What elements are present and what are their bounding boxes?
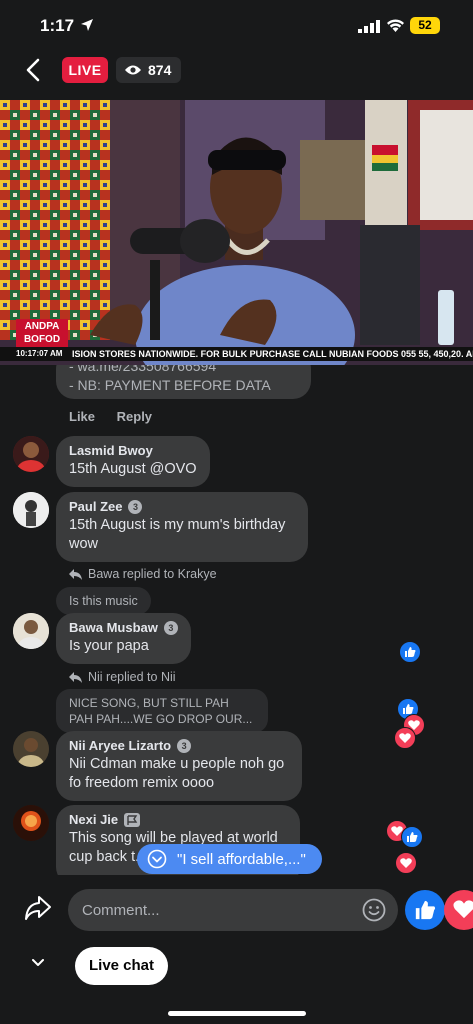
love-reaction-icon [395, 852, 417, 874]
love-button[interactable] [444, 890, 473, 930]
live-badge: LIVE [62, 57, 108, 83]
love-reaction-icon [394, 727, 416, 749]
avatar[interactable] [13, 805, 49, 841]
home-indicator [168, 1011, 306, 1016]
comment-bubble: Bawa Musbaw 3 Is your papa [56, 613, 191, 664]
ticker-text: ISION STORES NATIONWIDE. FOR BULK PURCHA… [72, 349, 473, 359]
chevron-down-circle-icon [147, 849, 167, 869]
share-icon[interactable] [24, 895, 52, 921]
status-time: 1:17 [40, 16, 75, 35]
live-header: LIVE 874 [0, 50, 473, 98]
location-arrow-icon [81, 19, 93, 31]
live-video[interactable]: ANDPA BOFOD 10:17:07 AM ISION STORES NAT… [0, 100, 473, 365]
avatar[interactable] [13, 731, 49, 767]
like-button[interactable] [405, 890, 445, 930]
comment-bubble: Nii Aryee Lizarto 3 Nii Cdman make u peop… [56, 731, 302, 801]
live-chat-button[interactable]: Live chat [75, 947, 169, 985]
fan-badge-icon: 3 [177, 738, 192, 753]
comment-input[interactable] [82, 889, 352, 931]
comment-text: Is your papa [69, 638, 149, 654]
quoted-comment: NICE SONG, BUT STILL PAH PAH PAH....WE G… [56, 689, 268, 733]
comment-author[interactable]: Nexi Jie [69, 812, 287, 827]
comment-author[interactable]: Nii Aryee Lizarto 3 [69, 738, 289, 753]
partial-comment-bubble: - wa.me/233508766594 - NB: PAYMENT BEFOR… [56, 365, 311, 399]
new-comment-pill[interactable]: "I sell affordable,..." [137, 844, 322, 874]
channel-logo: ANDPA BOFOD [16, 319, 68, 347]
comment-box[interactable] [68, 889, 398, 931]
news-ticker: 10:17:07 AM ISION STORES NATIONWIDE. FOR… [0, 347, 473, 361]
chevron-down-icon[interactable] [32, 959, 44, 967]
partial-comment-line: - NB: PAYMENT BEFORE DATA [69, 377, 271, 393]
comment-author[interactable]: Lasmid Bwoy [69, 443, 197, 458]
like-reaction-icon [401, 826, 423, 848]
reply-note: Nii replied to Nii [69, 670, 176, 684]
fan-badge-icon: 3 [128, 499, 143, 514]
video-frame [0, 100, 473, 365]
avatar[interactable] [13, 492, 49, 528]
comment-text: 15th August @OVO [69, 461, 197, 477]
status-bar: 1:17 52 [0, 0, 473, 50]
new-comment-pill-text: "I sell affordable,..." [177, 850, 306, 868]
reply-arrow-icon [69, 568, 82, 580]
reply-note: Bawa replied to Krakye [69, 567, 217, 581]
battery-indicator: 52 [410, 17, 440, 34]
like-action[interactable]: Like [69, 409, 95, 424]
reply-action[interactable]: Reply [117, 409, 152, 424]
quoted-comment: Is this music [56, 587, 151, 615]
comment-text: Nii Cdman make u people noh go fo freedo… [69, 756, 285, 791]
back-chevron-icon[interactable] [22, 58, 46, 82]
like-icon [415, 900, 436, 920]
fan-badge-icon: 3 [163, 620, 178, 635]
comment-composer: Live chat [0, 875, 473, 1024]
emoji-icon[interactable] [362, 898, 386, 922]
love-icon [453, 900, 473, 919]
comment-feed[interactable]: - wa.me/233508766594 - NB: PAYMENT BEFOR… [0, 365, 473, 875]
comment-text: 15th August is my mum's birthday wow [69, 517, 286, 552]
like-reaction-icon [399, 641, 421, 663]
comment-bubble: Lasmid Bwoy 15th August @OVO [56, 436, 210, 487]
comment-actions: Like Reply [69, 409, 152, 424]
partial-comment-line: - wa.me/233508766594 [69, 365, 217, 374]
signal-icon [358, 20, 380, 33]
eye-icon [125, 65, 141, 75]
comment-author[interactable]: Paul Zee 3 [69, 499, 295, 514]
ticker-time: 10:17:07 AM [16, 349, 63, 358]
viewer-count: 874 [116, 57, 182, 83]
avatar[interactable] [13, 436, 49, 472]
comment-bubble: Paul Zee 3 15th August is my mum's birthd… [56, 492, 308, 562]
comment-author[interactable]: Bawa Musbaw 3 [69, 620, 178, 635]
reply-arrow-icon [69, 671, 82, 683]
wifi-icon [387, 19, 404, 32]
flag-badge-icon [124, 812, 141, 827]
avatar[interactable] [13, 613, 49, 649]
viewer-count-value: 874 [148, 62, 172, 78]
